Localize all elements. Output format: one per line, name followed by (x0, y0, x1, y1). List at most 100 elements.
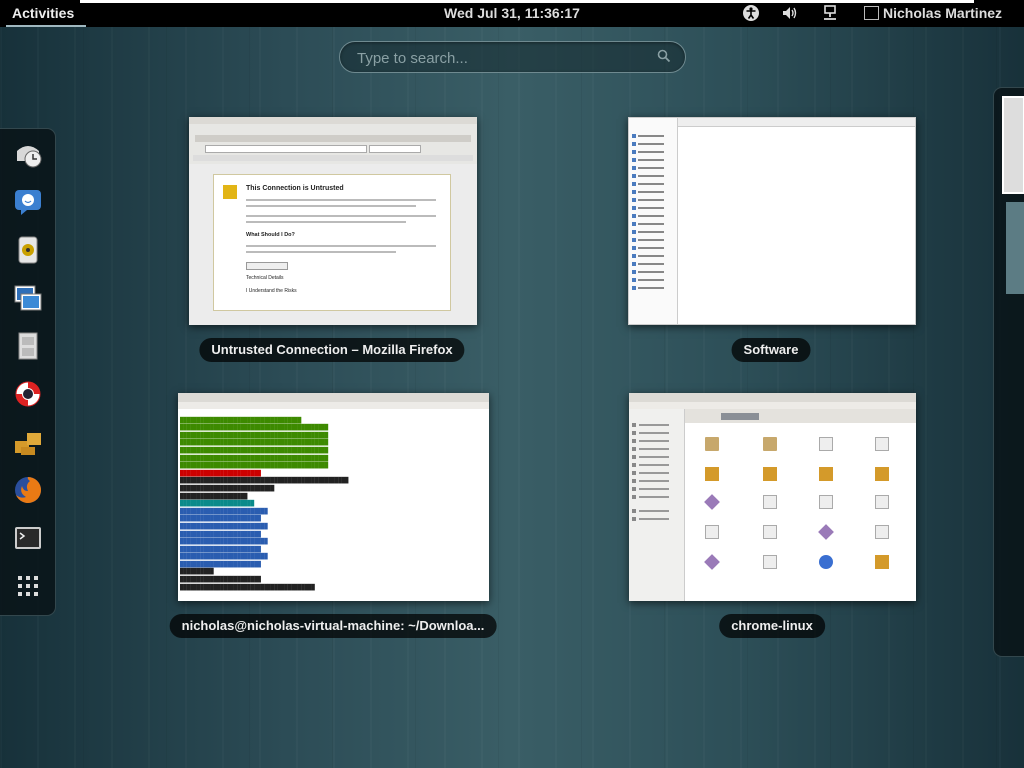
files-sidebar (629, 409, 685, 601)
window-titlebar (629, 393, 916, 402)
terminal-menubar (178, 402, 489, 409)
chrome-icon (819, 555, 833, 569)
network-icon[interactable] (822, 4, 838, 26)
volume-icon[interactable] (781, 4, 799, 26)
search-input[interactable] (355, 48, 649, 68)
sidebar-row (632, 230, 672, 234)
text-line (246, 199, 436, 201)
sidebar-row (632, 174, 672, 178)
sidebar-row (632, 431, 669, 435)
dash (0, 128, 56, 616)
sidebar-row (632, 246, 672, 250)
workspace-thumbnail-2[interactable] (1006, 202, 1024, 294)
sidebar-row (632, 206, 672, 210)
workspace-thumbnail-1[interactable] (1002, 96, 1024, 194)
sidebar-row (632, 439, 669, 443)
accessibility-icon[interactable] (742, 4, 760, 26)
file-icon (763, 555, 777, 569)
package-icon (875, 555, 889, 569)
sidebar-row (632, 455, 669, 459)
sidebar-row (632, 158, 672, 162)
package-icon (705, 467, 719, 481)
folder-icon (705, 437, 719, 451)
sidebar-row (632, 198, 672, 202)
gem-icon (704, 554, 720, 570)
technical-details: Technical Details (246, 275, 284, 281)
firefox-icon[interactable] (11, 473, 45, 507)
sidebar-row (632, 142, 672, 146)
file-icon (875, 495, 889, 509)
workspace-switcher (993, 87, 1024, 657)
sidebar-row (632, 423, 669, 427)
text-line (246, 205, 416, 207)
folder-icon (763, 437, 777, 451)
tab-strip (195, 135, 471, 142)
topbar-highlight-line (80, 0, 974, 3)
file-cabinet-icon[interactable] (11, 329, 45, 363)
error-title: This Connection is Untrusted (246, 185, 344, 192)
warning-icon (223, 185, 237, 199)
browser-content: This Connection is Untrusted What Should… (189, 164, 477, 325)
window-files[interactable] (629, 393, 916, 601)
text-line (246, 221, 406, 223)
sidebar-row (632, 286, 672, 290)
sidebar-row (632, 182, 672, 186)
files-package-icon[interactable] (11, 425, 45, 459)
window-caption-software: Software (731, 338, 811, 362)
understand-risks: I Understand the Risks (246, 288, 297, 294)
user-status-icon[interactable] (864, 6, 879, 20)
sidebar-row (632, 509, 669, 513)
sidebar-row (632, 278, 672, 282)
window-firefox[interactable]: This Connection is Untrusted What Should… (189, 117, 477, 325)
top-bar: Activities Wed Jul 31, 11:36:17 Nicholas… (0, 0, 1024, 27)
user-menu[interactable]: Nicholas Martinez (883, 5, 1002, 21)
show-applications-icon[interactable] (11, 569, 45, 603)
help-lifebuoy-icon[interactable] (11, 377, 45, 411)
package-icon (875, 467, 889, 481)
get-me-out-button (246, 262, 288, 270)
clock[interactable]: Wed Jul 31, 11:36:17 (444, 5, 580, 21)
terminal-icon[interactable] (11, 521, 45, 555)
sidebar-row (632, 238, 672, 242)
software-sidebar (629, 118, 678, 324)
file-icon (819, 437, 833, 451)
package-icon (819, 467, 833, 481)
sidebar-row (632, 463, 669, 467)
path-bar (721, 413, 759, 420)
file-grid (687, 433, 913, 598)
text-line (246, 245, 436, 247)
sidebar-row (632, 517, 669, 521)
sidebar-row (632, 214, 672, 218)
package-icon (763, 467, 777, 481)
shotwell-icon[interactable] (11, 281, 45, 315)
empathy-chat-icon[interactable] (11, 185, 45, 219)
file-icon (705, 525, 719, 539)
section-title: What Should I Do? (246, 232, 295, 238)
window-titlebar (189, 117, 477, 124)
window-caption-files: chrome-linux (719, 614, 825, 638)
sidebar-row (632, 254, 672, 258)
sidebar-row (632, 487, 669, 491)
file-icon (875, 437, 889, 451)
error-card: This Connection is Untrusted What Should… (213, 174, 451, 311)
terminal-output: ████████████████████████████████████ ███… (180, 417, 349, 591)
sidebar-row (632, 471, 669, 475)
window-caption-terminal: nicholas@nicholas-virtual-machine: ~/Dow… (169, 614, 497, 638)
sidebar-row (632, 479, 669, 483)
activities-button[interactable]: Activities (12, 5, 74, 21)
sidebar-row (632, 262, 672, 266)
files-menubar (629, 402, 916, 409)
url-bar (205, 145, 367, 153)
search-icon (657, 49, 671, 63)
window-software[interactable] (628, 117, 916, 325)
rhythmbox-icon[interactable] (11, 233, 45, 267)
file-icon (875, 525, 889, 539)
sidebar-row (632, 495, 669, 499)
activities-underline (6, 25, 86, 27)
bookmarks-bar (193, 155, 473, 161)
sidebar-row (632, 222, 672, 226)
clock-icon[interactable] (11, 137, 45, 171)
search-box[interactable] (339, 41, 686, 73)
browser-search-bar (369, 145, 421, 153)
window-terminal[interactable]: ████████████████████████████████████ ███… (178, 393, 489, 601)
